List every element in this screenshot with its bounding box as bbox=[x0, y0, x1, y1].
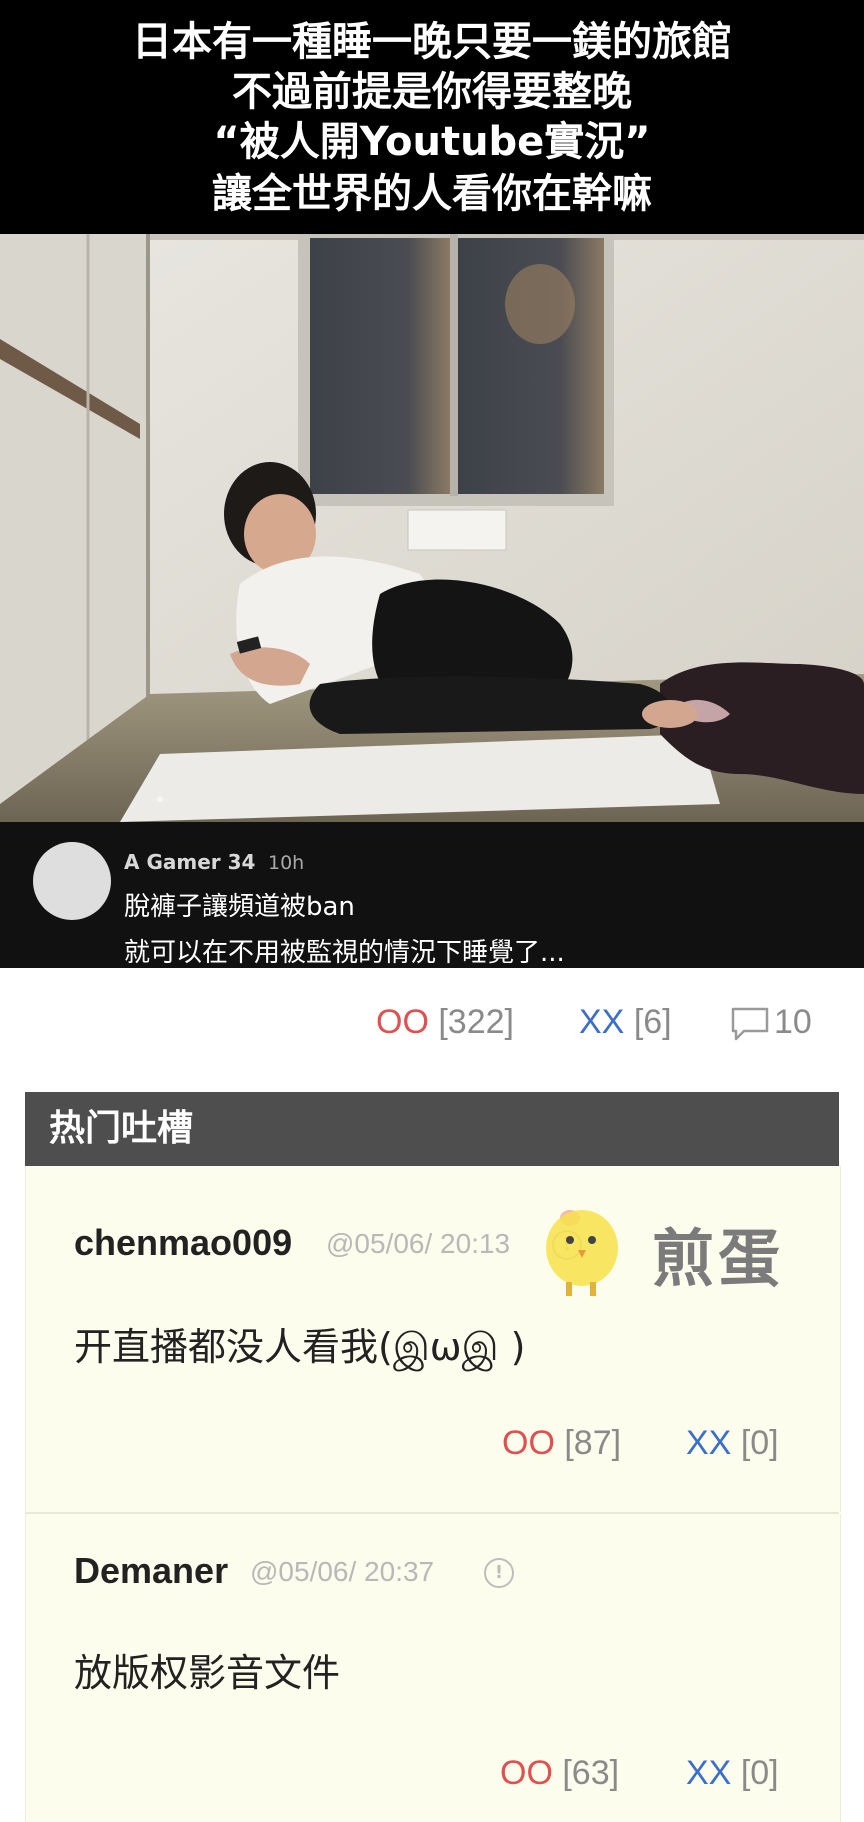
comment-time: 10h bbox=[268, 852, 305, 874]
comment-time: @05/06/ 20:37 bbox=[250, 1556, 435, 1587]
oo-vote-button[interactable]: OO [87] bbox=[502, 1424, 621, 1463]
comment-time: @05/06/ 20:13 bbox=[326, 1228, 511, 1259]
caption-line: 讓全世界的人看你在幹嘛 bbox=[212, 171, 652, 217]
comment-author[interactable]: chenmao009 bbox=[74, 1222, 292, 1264]
comment-line: 就可以在不用被監視的情況下睡覺了... bbox=[124, 938, 565, 968]
watermark-text: 煎蛋 bbox=[652, 1222, 785, 1295]
post-xx-vote-button[interactable]: XX [6] bbox=[579, 998, 672, 1046]
comment-text: 开直播都没人看我(இωஇ ) bbox=[74, 1325, 526, 1369]
xx-count: [0] bbox=[740, 1424, 779, 1462]
xx-label: XX bbox=[686, 1424, 732, 1462]
post-oo-vote-button[interactable]: OO [322] bbox=[376, 998, 514, 1046]
chick-icon bbox=[546, 1210, 618, 1296]
xx-vote-button[interactable]: XX [0] bbox=[686, 1754, 779, 1793]
section-title: 热门吐槽 bbox=[49, 1108, 194, 1149]
caption-line: “被人開Youtube實況” bbox=[213, 119, 651, 165]
oo-label: OO bbox=[376, 1003, 429, 1041]
caption-band: 日本有一種睡一晚只要一鎂的旅館 不過前提是你得要整晚 “被人開Youtube實況… bbox=[0, 0, 864, 234]
comment-count: 10 bbox=[774, 1003, 812, 1041]
comments-button[interactable]: 10 bbox=[730, 998, 812, 1046]
watermark: 煎蛋 bbox=[530, 1190, 830, 1300]
hot-comments-header: 热门吐槽 bbox=[25, 1092, 839, 1166]
xx-label: XX bbox=[579, 1003, 625, 1041]
oo-label: OO bbox=[502, 1424, 555, 1462]
room-photo bbox=[0, 234, 864, 822]
comment-author[interactable]: Demaner bbox=[74, 1550, 228, 1592]
comment-line: 脫褲子讓頻道被ban bbox=[124, 892, 355, 922]
comment-card: Demaner @05/06/ 20:37 ! 放版权影音文件 OO [63] … bbox=[25, 1514, 841, 1822]
post-image[interactable]: 日本有一種睡一晚只要一鎂的旅館 不過前提是你得要整晚 “被人開Youtube實況… bbox=[0, 0, 864, 968]
oo-count: [87] bbox=[564, 1424, 622, 1462]
oo-count: [63] bbox=[562, 1754, 620, 1792]
comment-text: 放版权影音文件 bbox=[74, 1651, 341, 1695]
xx-vote-button[interactable]: XX [0] bbox=[686, 1424, 779, 1463]
oo-count: [322] bbox=[438, 1003, 514, 1041]
oo-label: OO bbox=[500, 1754, 553, 1792]
caption-line: 日本有一種睡一晚只要一鎂的旅館 bbox=[132, 19, 732, 65]
embedded-comment: A Gamer 34 10h 脫褲子讓頻道被ban 就可以在不用被監視的情況下睡… bbox=[0, 822, 864, 968]
caption-line: 不過前提是你得要整晚 bbox=[232, 69, 632, 115]
speech-bubble-icon bbox=[731, 1007, 769, 1041]
xx-count: [0] bbox=[740, 1754, 779, 1792]
oo-vote-button[interactable]: OO [63] bbox=[500, 1754, 619, 1793]
comment-username: A Gamer 34 bbox=[124, 850, 256, 874]
xx-label: XX bbox=[686, 1754, 732, 1792]
info-icon[interactable]: ! bbox=[484, 1558, 514, 1588]
xx-count: [6] bbox=[633, 1003, 672, 1041]
avatar bbox=[33, 842, 111, 920]
